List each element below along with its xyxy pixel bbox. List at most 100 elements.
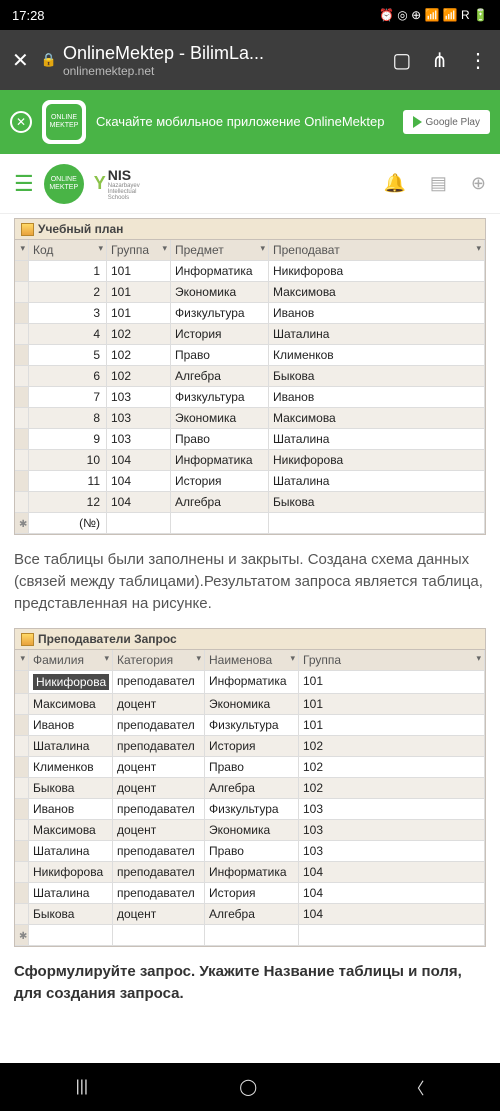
- table-cell[interactable]: 7: [29, 387, 107, 408]
- globe-icon[interactable]: ⊕: [471, 173, 486, 194]
- site-logo[interactable]: ONLINEMEKTEP: [44, 164, 84, 204]
- hamburger-icon[interactable]: ☰: [14, 171, 34, 197]
- table-cell[interactable]: Шаталина: [29, 883, 113, 904]
- table-tab[interactable]: Учебный план: [15, 219, 485, 240]
- table-cell[interactable]: 103: [107, 408, 171, 429]
- table-cell[interactable]: Иванов: [29, 715, 113, 736]
- table-cell[interactable]: 6: [29, 366, 107, 387]
- row-selector[interactable]: [15, 694, 29, 715]
- google-play-button[interactable]: Google Play: [403, 110, 490, 134]
- column-header[interactable]: Группа: [299, 650, 485, 671]
- table-cell[interactable]: доцент: [113, 904, 205, 925]
- table-cell[interactable]: 10: [29, 450, 107, 471]
- bookmark-icon[interactable]: ▢: [392, 48, 411, 73]
- table-cell[interactable]: 104: [107, 471, 171, 492]
- table-cell[interactable]: Максимова: [29, 820, 113, 841]
- table-cell[interactable]: 103: [299, 799, 485, 820]
- new-row-selector[interactable]: [15, 925, 29, 946]
- table-cell[interactable]: 104: [107, 450, 171, 471]
- table-cell[interactable]: Экономика: [205, 820, 299, 841]
- table-cell[interactable]: Быкова: [29, 904, 113, 925]
- row-selector[interactable]: [15, 757, 29, 778]
- table-cell[interactable]: 11: [29, 471, 107, 492]
- row-selector[interactable]: [15, 841, 29, 862]
- table-cell[interactable]: История: [205, 736, 299, 757]
- table-cell[interactable]: Алгебра: [205, 904, 299, 925]
- table-cell[interactable]: Шаталина: [29, 841, 113, 862]
- table-cell[interactable]: 5: [29, 345, 107, 366]
- table-cell[interactable]: Никифорова: [29, 862, 113, 883]
- table-cell[interactable]: Физкультура: [205, 799, 299, 820]
- row-selector[interactable]: [15, 387, 29, 408]
- table-cell[interactable]: Никифорова: [29, 671, 113, 694]
- table-cell[interactable]: 2: [29, 282, 107, 303]
- table-cell[interactable]: Право: [171, 429, 269, 450]
- row-selector[interactable]: [15, 303, 29, 324]
- table-cell[interactable]: 101: [299, 715, 485, 736]
- table-cell[interactable]: 103: [107, 387, 171, 408]
- table-cell[interactable]: Клименков: [29, 757, 113, 778]
- new-row-selector[interactable]: [15, 513, 29, 534]
- row-selector[interactable]: [15, 671, 29, 694]
- table-cell[interactable]: 104: [299, 862, 485, 883]
- column-header[interactable]: Предмет: [171, 240, 269, 261]
- table-cell[interactable]: Право: [205, 841, 299, 862]
- table-cell[interactable]: Быкова: [29, 778, 113, 799]
- table-cell[interactable]: Шаталина: [29, 736, 113, 757]
- table-cell[interactable]: Алгебра: [171, 492, 269, 513]
- row-selector[interactable]: [15, 736, 29, 757]
- bell-icon[interactable]: 🔔: [383, 173, 405, 194]
- table-cell[interactable]: преподавател: [113, 799, 205, 820]
- row-selector[interactable]: [15, 282, 29, 303]
- menu-icon[interactable]: ⋮: [468, 48, 488, 73]
- row-selector[interactable]: [15, 408, 29, 429]
- table-cell[interactable]: преподавател: [113, 841, 205, 862]
- column-header[interactable]: Преподават: [269, 240, 485, 261]
- row-selector[interactable]: [15, 324, 29, 345]
- table-cell[interactable]: Клименков: [269, 345, 485, 366]
- table-cell[interactable]: Физкультура: [171, 387, 269, 408]
- table-cell[interactable]: 4: [29, 324, 107, 345]
- row-selector[interactable]: [15, 904, 29, 925]
- table-cell[interactable]: 12: [29, 492, 107, 513]
- table-cell[interactable]: Быкова: [269, 492, 485, 513]
- row-selector[interactable]: [15, 820, 29, 841]
- table-cell[interactable]: Никифорова: [269, 450, 485, 471]
- row-selector[interactable]: [15, 492, 29, 513]
- table-cell[interactable]: 104: [299, 883, 485, 904]
- table-cell[interactable]: 1: [29, 261, 107, 282]
- row-selector[interactable]: [15, 429, 29, 450]
- row-selector[interactable]: [15, 799, 29, 820]
- row-selector[interactable]: [15, 366, 29, 387]
- table-cell[interactable]: Информатика: [205, 671, 299, 694]
- table-cell[interactable]: 9: [29, 429, 107, 450]
- table-cell[interactable]: доцент: [113, 757, 205, 778]
- table-cell[interactable]: История: [171, 471, 269, 492]
- table-cell[interactable]: преподавател: [113, 862, 205, 883]
- table-cell[interactable]: Алгебра: [171, 366, 269, 387]
- table-cell[interactable]: 102: [299, 757, 485, 778]
- column-header[interactable]: Наименова: [205, 650, 299, 671]
- home-button[interactable]: ◯: [239, 1077, 257, 1097]
- table-cell[interactable]: 102: [299, 736, 485, 757]
- list-icon[interactable]: ▤: [430, 173, 447, 194]
- table-cell[interactable]: преподавател: [113, 671, 205, 694]
- table-cell[interactable]: Информатика: [171, 261, 269, 282]
- column-header[interactable]: Категория: [113, 650, 205, 671]
- table-tab[interactable]: Преподаватели Запрос: [15, 629, 485, 650]
- table-cell[interactable]: 103: [299, 841, 485, 862]
- table-cell[interactable]: 101: [299, 671, 485, 694]
- table-cell[interactable]: преподавател: [113, 883, 205, 904]
- table-cell[interactable]: История: [171, 324, 269, 345]
- row-selector-header[interactable]: [15, 650, 29, 671]
- table-cell[interactable]: 103: [299, 820, 485, 841]
- table-cell[interactable]: Информатика: [205, 862, 299, 883]
- row-selector[interactable]: [15, 471, 29, 492]
- table-cell[interactable]: Максимова: [269, 408, 485, 429]
- table-cell[interactable]: Экономика: [171, 282, 269, 303]
- table-cell[interactable]: Никифорова: [269, 261, 485, 282]
- table-cell[interactable]: 104: [299, 904, 485, 925]
- row-selector[interactable]: [15, 261, 29, 282]
- table-cell[interactable]: Право: [205, 757, 299, 778]
- table-cell[interactable]: 102: [107, 324, 171, 345]
